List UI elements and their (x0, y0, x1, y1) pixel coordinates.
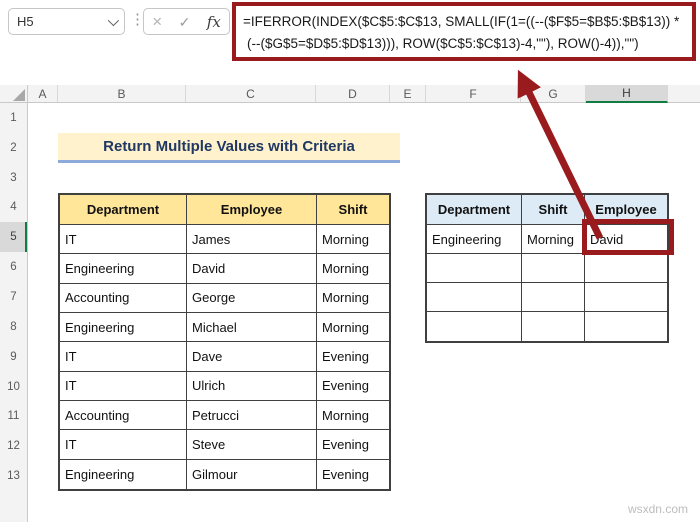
table-cell[interactable]: Evening (317, 460, 389, 489)
table-cell[interactable]: Evening (317, 372, 389, 401)
column-header-b[interactable]: B (58, 85, 186, 102)
enter-icon[interactable]: ✓ (179, 15, 191, 29)
row-header-3[interactable]: 3 (0, 163, 27, 193)
row-header-1[interactable]: 1 (0, 103, 27, 133)
table-cell[interactable] (522, 312, 585, 341)
row-header-11[interactable]: 11 (0, 401, 27, 431)
table-header-cell[interactable]: Employee (585, 195, 667, 225)
column-header-strip: A B C D E F G H (0, 85, 700, 103)
table-cell[interactable]: IT (60, 342, 187, 372)
chevron-down-icon[interactable] (107, 14, 120, 26)
table-cell[interactable]: Evening (317, 342, 389, 372)
column-header-f[interactable]: F (426, 85, 521, 102)
table-cell[interactable]: Gilmour (187, 459, 317, 489)
row-header-strip: 1 2 3 4 5 6 7 8 9 10 11 12 13 (0, 103, 28, 491)
table-header-cell[interactable]: Employee (187, 195, 317, 225)
excel-screenshot: H5 ⋮ × ✓ fx =IFERROR(INDEX($C$5:$C$13, S… (0, 0, 700, 522)
insert-function-icon[interactable]: fx (207, 13, 221, 31)
table-cell[interactable]: Steve (187, 430, 317, 460)
table-cell[interactable]: Accounting (60, 283, 187, 313)
table-cell[interactable]: Morning (317, 401, 389, 431)
table-cell[interactable]: Engineering (427, 225, 522, 254)
select-all-triangle-icon (13, 89, 25, 101)
table-cell[interactable]: James (187, 225, 317, 255)
table-cell[interactable]: IT (60, 371, 187, 401)
table-cell[interactable] (427, 312, 522, 341)
table-cell[interactable]: Engineering (60, 254, 187, 284)
column-header-h-selected[interactable]: H (586, 85, 668, 103)
column-header-a[interactable]: A (28, 85, 58, 102)
row-header-2[interactable]: 2 (0, 133, 27, 163)
table-cell[interactable]: Accounting (60, 401, 187, 431)
table-cell[interactable]: Morning (317, 254, 389, 284)
table-cell[interactable]: Evening (317, 430, 389, 460)
name-box[interactable]: H5 (8, 8, 125, 35)
table-cell[interactable]: Michael (187, 313, 317, 343)
row-header-12[interactable]: 12 (0, 431, 27, 461)
row-header-9[interactable]: 9 (0, 342, 27, 372)
select-all-button[interactable] (0, 85, 28, 102)
table-cell[interactable]: Morning (522, 225, 585, 254)
source-table: Department Employee Shift IT James Morni… (58, 193, 391, 491)
table-cell[interactable]: David (187, 254, 317, 284)
table-cell[interactable] (427, 254, 522, 283)
table-cell[interactable] (522, 283, 585, 312)
formula-line-2: (--($G$5=$D$5:$D$13))), ROW($C$5:$C$13)-… (247, 35, 639, 51)
table-cell[interactable]: Engineering (60, 313, 187, 343)
row-header-6[interactable]: 6 (0, 252, 27, 282)
column-header-g[interactable]: G (521, 85, 586, 102)
column-header-c[interactable]: C (186, 85, 316, 102)
row-header-4[interactable]: 4 (0, 193, 27, 223)
table-cell[interactable]: George (187, 283, 317, 313)
cancel-icon[interactable]: × (152, 13, 162, 30)
table-cell[interactable]: IT (60, 430, 187, 460)
table-header-cell[interactable]: Shift (317, 195, 389, 225)
row-header-5-selected[interactable]: 5 (0, 222, 27, 253)
name-box-value: H5 (17, 14, 34, 29)
table-cell[interactable]: Petrucci (187, 401, 317, 431)
table-cell[interactable]: Engineering (60, 459, 187, 489)
table-cell[interactable]: Morning (317, 225, 389, 255)
table-header-cell[interactable]: Department (60, 195, 187, 225)
table-cell[interactable]: Ulrich (187, 371, 317, 401)
column-header-e[interactable]: E (390, 85, 426, 102)
row-header-8[interactable]: 8 (0, 312, 27, 342)
row-header-7[interactable]: 7 (0, 282, 27, 312)
watermark: wsxdn.com (627, 502, 688, 516)
table-cell[interactable] (427, 283, 522, 312)
row-header-10[interactable]: 10 (0, 372, 27, 402)
row-header-13[interactable]: 13 (0, 461, 27, 491)
table-cell[interactable] (585, 254, 667, 283)
formula-bar-buttons: × ✓ fx (143, 8, 230, 35)
table-cell[interactable] (585, 312, 667, 341)
formula-input[interactable]: =IFERROR(INDEX($C$5:$C$13, SMALL(IF(1=((… (232, 2, 696, 61)
sheet-title-cell[interactable]: Return Multiple Values with Criteria (58, 133, 400, 163)
table-cell[interactable] (522, 254, 585, 283)
table-header-cell[interactable]: Shift (522, 195, 585, 225)
table-cell[interactable]: Dave (187, 342, 317, 372)
result-table: Department Shift Employee Engineering Mo… (425, 193, 669, 343)
table-cell[interactable]: Morning (317, 313, 389, 343)
table-cell[interactable] (585, 283, 667, 312)
table-cell[interactable]: IT (60, 225, 187, 255)
row-header-filler (0, 491, 28, 522)
result-cell-h5[interactable]: David (585, 225, 667, 254)
formula-line-1: =IFERROR(INDEX($C$5:$C$13, SMALL(IF(1=((… (243, 14, 680, 29)
table-cell[interactable]: Morning (317, 284, 389, 313)
column-header-d[interactable]: D (316, 85, 390, 102)
table-header-cell[interactable]: Department (427, 195, 522, 225)
